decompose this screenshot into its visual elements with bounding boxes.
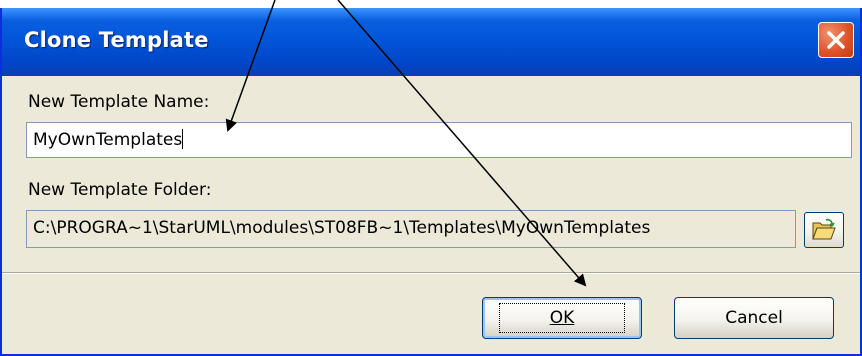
template-folder-label: New Template Folder:	[28, 180, 212, 200]
template-name-value: MyOwnTemplates	[33, 130, 183, 150]
cancel-button[interactable]: Cancel	[674, 297, 834, 339]
dialog-body: New Template Name: MyOwnTemplates New Te…	[2, 76, 860, 354]
clone-template-dialog: Clone Template New Template Name: MyOwnT…	[0, 8, 862, 356]
text-caret	[182, 129, 184, 149]
template-folder-field[interactable]: C:\PROGRA~1\StarUML\modules\ST08FB~1\Tem…	[26, 210, 796, 248]
close-button[interactable]	[818, 22, 854, 58]
folder-open-icon	[812, 218, 836, 240]
template-folder-value: C:\PROGRA~1\StarUML\modules\ST08FB~1\Tem…	[33, 218, 651, 238]
close-icon	[827, 31, 845, 49]
button-separator	[2, 272, 860, 274]
browse-folder-button[interactable]	[804, 212, 844, 248]
title-bar[interactable]: Clone Template	[2, 8, 860, 76]
ok-button-label: OK	[498, 303, 626, 333]
template-name-label: New Template Name:	[28, 92, 210, 112]
dialog-title: Clone Template	[24, 28, 209, 52]
ok-button[interactable]: OK	[482, 297, 642, 339]
template-name-input[interactable]: MyOwnTemplates	[26, 122, 852, 158]
cancel-button-label: Cancel	[725, 308, 783, 328]
